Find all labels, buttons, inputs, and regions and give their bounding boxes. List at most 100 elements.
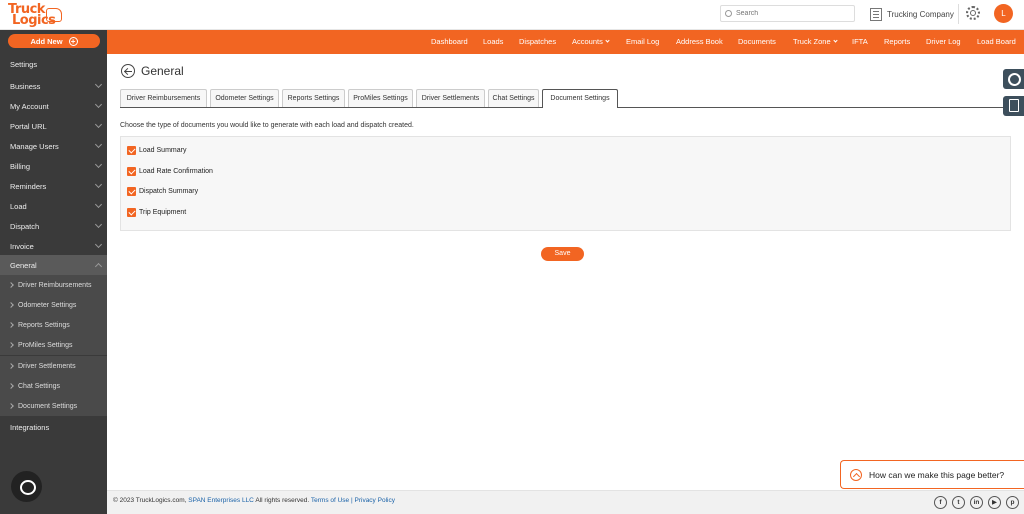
nav-loads[interactable]: Loads [483, 30, 503, 54]
notes-icon[interactable] [1003, 96, 1024, 116]
sidebar-item-label: Dispatch [10, 221, 40, 231]
help-icon[interactable] [1003, 69, 1024, 89]
sidebar-item-my-account[interactable]: My Account [0, 96, 107, 116]
youtube-icon[interactable]: ▶ [988, 496, 1001, 509]
tab-promiles-settings[interactable]: ProMiles Settings [348, 89, 413, 107]
load-summary-checkbox[interactable] [127, 146, 136, 155]
nav-truck-zone[interactable]: Truck Zone [793, 30, 838, 54]
sidebar-item-dispatch[interactable]: Dispatch [0, 216, 107, 236]
sidebar-subitem-driver-settlements[interactable]: Driver Settlements [0, 356, 107, 376]
sidebar-item-label: Manage Users [10, 141, 59, 151]
copyright-prefix: © 2023 TruckLogics.com, [113, 497, 187, 504]
nav-documents[interactable]: Documents [738, 30, 776, 54]
tab-odometer-settings[interactable]: Odometer Settings [210, 89, 279, 107]
chevron-down-icon [833, 38, 838, 43]
chevron-down-icon [94, 220, 103, 229]
sidebar-item-label: Reminders [10, 181, 47, 191]
linkedin-icon[interactable]: in [970, 496, 983, 509]
sidebar-item-general[interactable]: General [0, 255, 107, 275]
twitter-icon[interactable]: t [952, 496, 965, 509]
feedback-label: How can we make this page better? [869, 469, 1005, 480]
sidebar-subitem-reports-settings[interactable]: Reports Settings [0, 315, 107, 335]
load-summary-label[interactable]: Load Summary [139, 147, 186, 154]
sidebar-item-business[interactable]: Business [0, 76, 107, 96]
sidebar-item-label: My Account [10, 101, 49, 111]
truck-icon [46, 8, 62, 22]
terms-link[interactable]: Terms of Use [311, 497, 349, 504]
footer-divider: | [350, 497, 353, 504]
tab-driver-settlements[interactable]: Driver Settlements [416, 89, 485, 107]
nav-driver-log[interactable]: Driver Log [926, 30, 961, 54]
tab-driver-reimbursements[interactable]: Driver Reimbursements [120, 89, 207, 107]
chevron-up-icon [94, 262, 103, 271]
load-rate-confirmation-checkbox[interactable] [127, 167, 136, 176]
facebook-icon[interactable]: f [934, 496, 947, 509]
copyright: © 2023 TruckLogics.com, SPAN Enterprises… [113, 497, 395, 504]
sidebar-item-portal-url[interactable]: Portal URL [0, 116, 107, 136]
sidebar-subitem-chat-settings[interactable]: Chat Settings [0, 376, 107, 396]
sidebar-item-reminders[interactable]: Reminders [0, 176, 107, 196]
search-box[interactable] [720, 5, 855, 22]
nav-dashboard[interactable]: Dashboard [431, 30, 468, 54]
tab-reports-settings[interactable]: Reports Settings [282, 89, 345, 107]
add-new-label: Add New [30, 36, 63, 46]
sidebar-item-billing[interactable]: Billing [0, 156, 107, 176]
trucklogics-logo[interactable]: Truck Logics [8, 3, 62, 29]
company-selector[interactable]: Trucking Company [870, 6, 954, 22]
chevron-down-icon [94, 120, 103, 129]
chevron-down-icon [94, 200, 103, 209]
sidebar-item-label: Integrations [10, 422, 50, 432]
nav-load-board[interactable]: Load Board [977, 30, 1016, 54]
chevron-up-icon [850, 468, 862, 481]
sidebar-subitem-odometer-settings[interactable]: Odometer Settings [0, 295, 107, 315]
nav-accounts-label: Accounts [572, 37, 603, 46]
span-enterprises-link[interactable]: SPAN Enterprises LLC [188, 497, 254, 504]
sidebar: Add New + Settings Business My Account P… [0, 30, 107, 514]
company-name: Trucking Company [887, 9, 954, 19]
trip-equipment-checkbox[interactable] [127, 208, 136, 217]
search-input[interactable] [736, 10, 846, 17]
sidebar-item-manage-users[interactable]: Manage Users [0, 136, 107, 156]
gear-icon[interactable] [966, 6, 980, 20]
sidebar-item-label: Billing [10, 161, 31, 171]
sidebar-item-label: Load [10, 201, 27, 211]
tab-chat-settings[interactable]: Chat Settings [488, 89, 539, 107]
pinterest-icon[interactable]: p [1006, 496, 1019, 509]
trip-equipment-label[interactable]: Trip Equipment [139, 209, 186, 216]
chevron-down-icon [94, 180, 103, 189]
nav-dispatches[interactable]: Dispatches [519, 30, 556, 54]
nav-reports[interactable]: Reports [884, 30, 910, 54]
chevron-down-icon [94, 80, 103, 89]
sidebar-item-settings[interactable]: Settings [0, 54, 107, 74]
chevron-down-icon [94, 140, 103, 149]
sidebar-item-integrations[interactable]: Integrations [0, 417, 107, 437]
sidebar-subitem-document-settings[interactable]: Document Settings [0, 396, 107, 416]
nav-ifta[interactable]: IFTA [852, 30, 868, 54]
nav-truck-zone-label: Truck Zone [793, 37, 831, 46]
chat-icon[interactable] [11, 471, 42, 502]
privacy-link[interactable]: Privacy Policy [355, 497, 395, 504]
nav-email-log[interactable]: Email Log [626, 30, 659, 54]
nav-accounts[interactable]: Accounts [572, 30, 610, 54]
sidebar-item-load[interactable]: Load [0, 196, 107, 216]
back-arrow-icon[interactable] [121, 64, 135, 78]
avatar[interactable]: L [994, 4, 1013, 23]
chevron-down-icon [94, 160, 103, 169]
dispatch-summary-label[interactable]: Dispatch Summary [139, 188, 198, 195]
save-button[interactable]: Save [541, 247, 584, 261]
page-description: Choose the type of documents you would l… [120, 122, 414, 129]
sidebar-item-label: General [10, 260, 37, 270]
feedback-widget[interactable]: How can we make this page better? [840, 460, 1024, 489]
load-rate-confirmation-label[interactable]: Load Rate Confirmation [139, 168, 213, 175]
sidebar-subitem-promiles-settings[interactable]: ProMiles Settings [0, 335, 107, 355]
nav-address-book[interactable]: Address Book [676, 30, 723, 54]
sidebar-item-invoice[interactable]: Invoice [0, 236, 107, 256]
sidebar-subitem-driver-reimbursements[interactable]: Driver Reimbursements [0, 275, 107, 295]
dispatch-summary-checkbox[interactable] [127, 187, 136, 196]
document-options-panel: Load Summary Load Rate Confirmation Disp… [120, 136, 1011, 231]
main-nav: Dashboard Loads Dispatches Accounts Emai… [107, 30, 1024, 54]
tab-document-settings[interactable]: Document Settings [542, 89, 618, 108]
plus-icon: + [68, 36, 78, 46]
sidebar-item-label: Settings [10, 59, 38, 69]
add-new-button[interactable]: Add New + [8, 34, 100, 48]
